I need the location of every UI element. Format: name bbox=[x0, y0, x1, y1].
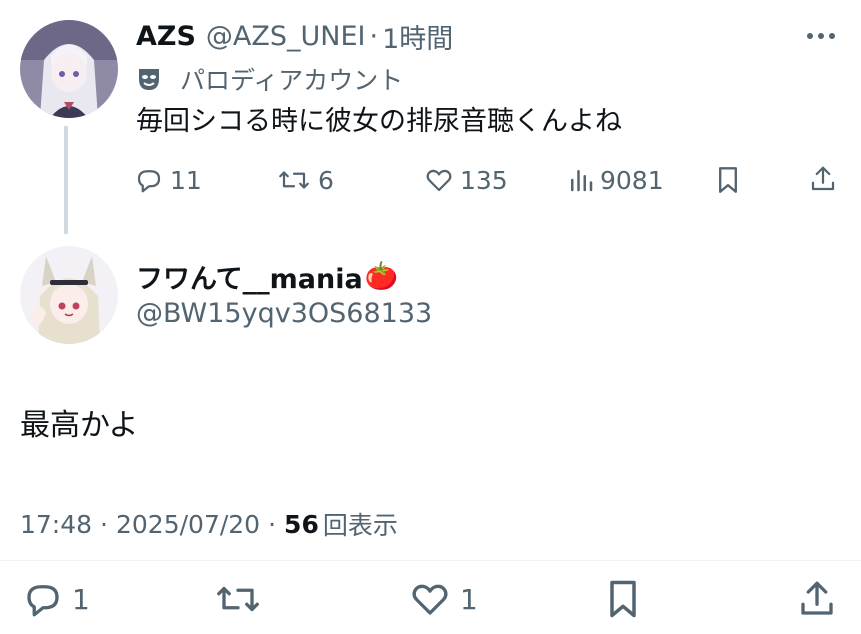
reply-icon bbox=[22, 578, 64, 620]
heart-icon bbox=[424, 165, 454, 195]
parent-header: AZS @AZS_UNEI · 1時間 bbox=[136, 17, 453, 56]
parent-retweet-count: 6 bbox=[318, 165, 334, 195]
more-dots-icon[interactable] bbox=[804, 26, 838, 46]
reply-tweet-text: 最高かよ bbox=[20, 408, 139, 443]
reply-date[interactable]: 2025/07/20 bbox=[116, 510, 260, 539]
reply-time[interactable]: 17:48 bbox=[20, 510, 92, 539]
reply-reply-count: 1 bbox=[72, 582, 90, 616]
parent-like-button[interactable]: 135 bbox=[424, 163, 508, 197]
share-icon[interactable] bbox=[808, 163, 838, 195]
parent-like-count: 135 bbox=[460, 165, 508, 195]
reply-meta-sep2: · bbox=[268, 509, 277, 539]
retweet-icon bbox=[276, 165, 312, 195]
reply-header: フワんて__mania 🍅 bbox=[136, 256, 398, 296]
parody-badge: パロディアカウント bbox=[136, 62, 403, 96]
reply-meta-sep1: · bbox=[100, 509, 108, 539]
reply-display-name[interactable]: フワんて__mania bbox=[136, 257, 363, 296]
reply-like-button[interactable]: 1 bbox=[408, 578, 478, 620]
parent-separator: · bbox=[369, 20, 379, 52]
reply-handle[interactable]: @BW15yqv3OS68133 bbox=[136, 298, 432, 329]
parent-reply-button[interactable]: 11 bbox=[134, 163, 202, 197]
theater-mask-icon bbox=[136, 66, 162, 92]
reply-icon bbox=[134, 165, 164, 195]
heart-icon bbox=[408, 578, 452, 620]
parent-tweet-text: 毎回シコる時に彼女の排尿音聴くんよね bbox=[136, 106, 622, 137]
bookmark-icon[interactable] bbox=[715, 164, 741, 196]
reply-avatar[interactable] bbox=[20, 246, 118, 344]
tomato-emoji: 🍅 bbox=[364, 261, 399, 292]
parody-label: パロディアカウント bbox=[180, 66, 404, 95]
parent-handle[interactable]: @AZS_UNEI bbox=[206, 21, 366, 52]
share-icon[interactable] bbox=[796, 577, 838, 621]
retweet-icon[interactable] bbox=[212, 578, 264, 620]
views-chart-icon bbox=[568, 165, 594, 195]
parent-reply-count: 11 bbox=[170, 165, 202, 195]
parent-views-button[interactable]: 9081 bbox=[568, 163, 664, 197]
reply-meta: 17:48 · 2025/07/20 · 56 回表示 bbox=[20, 506, 398, 542]
parent-display-name[interactable]: AZS bbox=[136, 21, 196, 52]
thread-line bbox=[64, 126, 68, 234]
reply-views-label: 回表示 bbox=[322, 511, 398, 540]
divider bbox=[0, 560, 861, 561]
parent-views-count: 9081 bbox=[600, 165, 664, 195]
parent-retweet-button[interactable]: 6 bbox=[276, 163, 334, 197]
reply-like-count: 1 bbox=[460, 582, 478, 616]
reply-views-count: 56 bbox=[284, 509, 319, 539]
reply-reply-button[interactable]: 1 bbox=[22, 578, 90, 620]
parent-timestamp[interactable]: 1時間 bbox=[382, 17, 453, 56]
parent-avatar[interactable] bbox=[20, 20, 118, 118]
bookmark-icon[interactable] bbox=[604, 577, 642, 621]
